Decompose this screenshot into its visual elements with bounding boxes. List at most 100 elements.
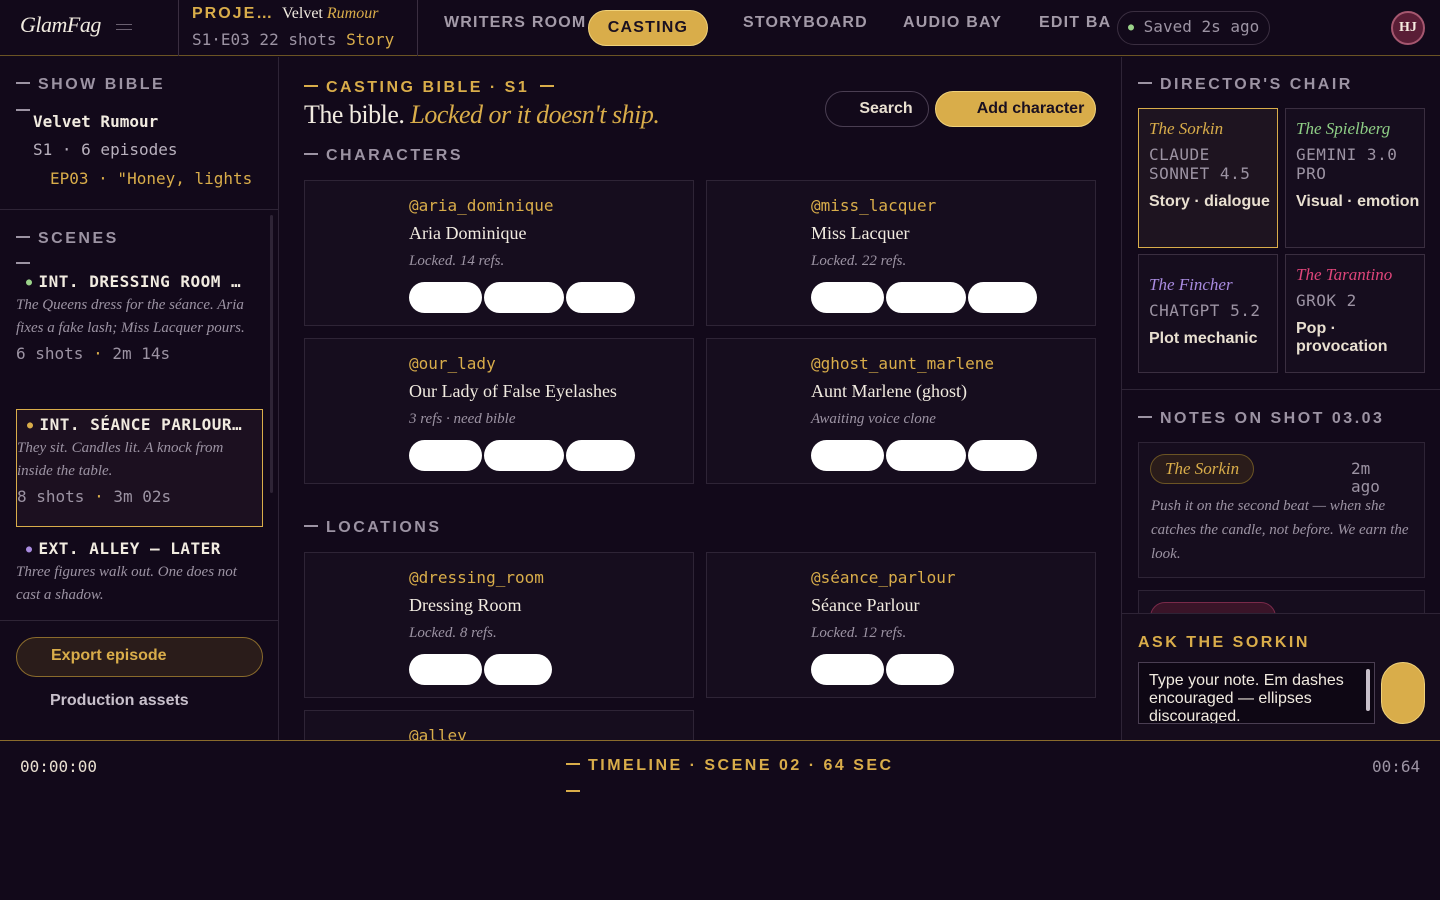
ref-chip[interactable] (886, 282, 966, 313)
divider (1122, 389, 1440, 390)
project-label: PROJE… (192, 5, 275, 22)
tab-writers-room[interactable]: WRITERS ROOM (444, 14, 586, 32)
app-logo[interactable]: GlamFag (20, 12, 101, 38)
ref-chip[interactable] (811, 282, 884, 313)
scene-item-active[interactable]: ● INT. SÉANCE PARLOUR… They sit. Candles … (16, 409, 263, 527)
ref-chip[interactable] (409, 440, 482, 471)
directors-chair-heading: DIRECTOR'S CHAIR (1138, 76, 1353, 94)
send-button[interactable] (1381, 662, 1425, 724)
director-model: CHATGPT 5.2 (1149, 301, 1261, 320)
director-role: Pop · provocation (1296, 320, 1388, 355)
scene-list[interactable]: ● INT. DRESSING ROOM … The Queens dress f… (0, 267, 270, 610)
show-bible-heading: SHOW BIBLE (16, 76, 165, 94)
ref-chip[interactable] (484, 440, 564, 471)
save-status: ● Saved 2s ago (1117, 11, 1270, 45)
production-assets-link[interactable]: Production assets (50, 692, 189, 710)
note-input[interactable]: Type your note. Em dashes encouraged — e… (1138, 662, 1375, 724)
location-handle: @dressing_room (409, 568, 544, 587)
ref-chip[interactable] (409, 282, 482, 313)
notes-heading: NOTES ON SHOT 03.03 (1138, 410, 1384, 428)
characters-heading: CHARACTERS (304, 147, 463, 165)
character-card[interactable]: @our_lady Our Lady of False Eyelashes 3 … (304, 338, 694, 484)
show-title[interactable]: Velvet Rumour (33, 112, 158, 131)
director-role: Visual · emotion (1296, 193, 1420, 210)
timecode-start: 00:00:00 (20, 757, 98, 776)
character-handle: @aria_dominique (409, 196, 554, 215)
divider (0, 209, 279, 210)
scrollbar[interactable] (270, 215, 273, 493)
ref-chip[interactable] (566, 440, 635, 471)
director-model: GEMINI 3.0 PRO (1296, 145, 1398, 183)
location-card[interactable]: @alley (304, 710, 694, 740)
location-note: Locked. 8 refs. (409, 625, 497, 641)
director-card-sorkin[interactable]: The Sorkin CLAUDE SONNET 4.5 Story · dia… (1138, 108, 1278, 248)
locations-heading: LOCATIONS (304, 519, 442, 537)
character-handle: @miss_lacquer (811, 196, 937, 215)
add-character-button[interactable]: Add character (935, 91, 1096, 127)
character-handle: @ghost_aunt_marlene (811, 354, 995, 373)
director-card-tarantino[interactable]: The Tarantino GROK 2 Pop · provocation (1285, 254, 1425, 373)
location-card[interactable]: @séance_parlour Séance Parlour Locked. 1… (706, 552, 1096, 698)
top-bar: GlamFag PROJE… Velvet Rumour S1·E03 22 s… (0, 0, 1440, 56)
ref-chip[interactable] (409, 654, 482, 685)
director-name: The Tarantino (1296, 265, 1393, 284)
ref-chip[interactable] (886, 654, 954, 685)
ref-chip[interactable] (811, 654, 884, 685)
character-name: Aunt Marlene (ghost) (811, 381, 967, 401)
character-note: Locked. 14 refs. (409, 253, 505, 269)
tab-casting[interactable]: CASTING (588, 10, 708, 46)
timeline-title: TIMELINE · SCENE 02 · 64 SEC (566, 757, 894, 775)
scene-item[interactable]: ● EXT. ALLEY — LATER Three figures walk o… (16, 534, 263, 607)
character-name: Miss Lacquer (811, 223, 910, 243)
season-info: S1 · 6 episodes (33, 140, 178, 159)
character-card[interactable]: @aria_dominique Aria Dominique Locked. 1… (304, 180, 694, 326)
character-handle: @our_lady (409, 354, 496, 373)
director-card-spielberg[interactable]: The Spielberg GEMINI 3.0 PRO Visual · em… (1285, 108, 1425, 248)
location-name: Dressing Room (409, 595, 522, 615)
director-card-fincher[interactable]: The Fincher CHATGPT 5.2 Plot mechanic (1138, 254, 1278, 373)
reference-chips (409, 440, 637, 476)
ref-chip[interactable] (968, 282, 1037, 313)
input-scrollbar[interactable] (1366, 669, 1370, 711)
note-author-badge: The Sorkin (1150, 454, 1255, 484)
timeline: 00:00:00 TIMELINE · SCENE 02 · 64 SEC 00… (0, 740, 1440, 900)
character-note: Awaiting voice clone (811, 411, 936, 427)
reference-chips (811, 440, 1039, 476)
episode-link[interactable]: EP03 · "Honey, lights (50, 169, 266, 188)
scene-description: Three figures walk out. One does not cas… (16, 564, 237, 603)
ask-heading: ASK THE SORKIN (1138, 634, 1310, 651)
location-card[interactable]: @dressing_room Dressing Room Locked. 8 r… (304, 552, 694, 698)
director-model: GROK 2 (1296, 291, 1357, 310)
note-card[interactable]: The Sorkin 2m ago Push it on the second … (1138, 442, 1425, 578)
character-card[interactable]: @miss_lacquer Miss Lacquer Locked. 22 re… (706, 180, 1096, 326)
search-button[interactable]: Search (825, 91, 929, 127)
character-note: Locked. 22 refs. (811, 253, 907, 269)
scene-description: The Queens dress for the séance. Aria fi… (16, 297, 245, 336)
reference-chips (811, 282, 1039, 318)
scenes-heading: SCENES (16, 230, 119, 248)
ref-chip[interactable] (886, 440, 966, 471)
ref-chip[interactable] (484, 654, 552, 685)
avatar[interactable]: HJ (1391, 11, 1425, 45)
location-note: Locked. 12 refs. (811, 625, 907, 641)
character-card[interactable]: @ghost_aunt_marlene Aunt Marlene (ghost)… (706, 338, 1096, 484)
logo-mark-icon (116, 24, 132, 30)
tab-storyboard[interactable]: STORYBOARD (743, 14, 868, 32)
character-name: Aria Dominique (409, 223, 527, 243)
character-note: 3 refs · need bible (409, 411, 516, 427)
casting-main: CASTING BIBLE · S1 The bible. Locked or … (280, 57, 1120, 740)
ref-chip[interactable] (566, 282, 635, 313)
scene-item[interactable]: ● INT. DRESSING ROOM … The Queens dress f… (16, 267, 263, 363)
director-name: The Sorkin (1149, 119, 1224, 138)
location-handle: @alley (409, 726, 467, 740)
scene-dot-icon: ● (26, 277, 33, 288)
tab-audio-bay[interactable]: AUDIO BAY (903, 14, 1002, 32)
ref-chip[interactable] (484, 282, 564, 313)
ref-chip[interactable] (811, 440, 884, 471)
reference-chips (409, 654, 554, 690)
export-episode-button[interactable]: Export episode (16, 637, 263, 677)
ref-chip[interactable] (968, 440, 1037, 471)
project-switcher[interactable]: PROJE… Velvet Rumour S1·E03 22 shots Sto… (178, 0, 418, 56)
tab-edit-bay[interactable]: EDIT BA (1039, 14, 1111, 32)
save-status-text: Saved 2s ago (1143, 17, 1260, 36)
